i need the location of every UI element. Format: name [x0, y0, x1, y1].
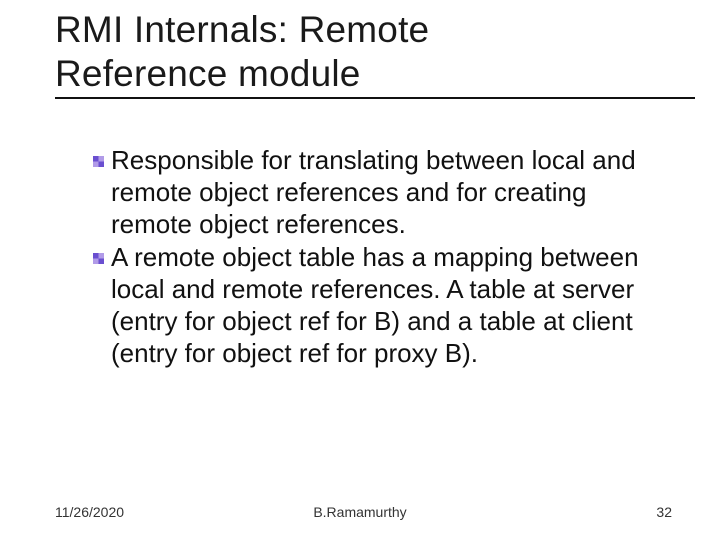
bullet-text: A remote object table has a mapping betw… [111, 242, 660, 369]
title-underline [55, 97, 695, 99]
list-item: A remote object table has a mapping betw… [93, 242, 660, 369]
title-line-1: RMI Internals: Remote [55, 9, 429, 50]
footer-author: B.Ramamurthy [313, 504, 406, 520]
list-item: Responsible for translating between loca… [93, 145, 660, 240]
footer-date: 11/26/2020 [55, 504, 124, 520]
diamond-bullet-icon [93, 253, 104, 264]
slide-title: RMI Internals: Remote Reference module [55, 8, 680, 95]
footer-page-number: 32 [656, 504, 672, 520]
slide-body: Responsible for translating between loca… [55, 145, 680, 369]
slide-footer: 11/26/2020 B.Ramamurthy 32 [0, 504, 720, 520]
diamond-bullet-icon [93, 156, 104, 167]
bullet-text: Responsible for translating between loca… [111, 145, 660, 240]
slide: RMI Internals: Remote Reference module R… [0, 0, 720, 540]
title-line-2: Reference module [55, 53, 361, 94]
